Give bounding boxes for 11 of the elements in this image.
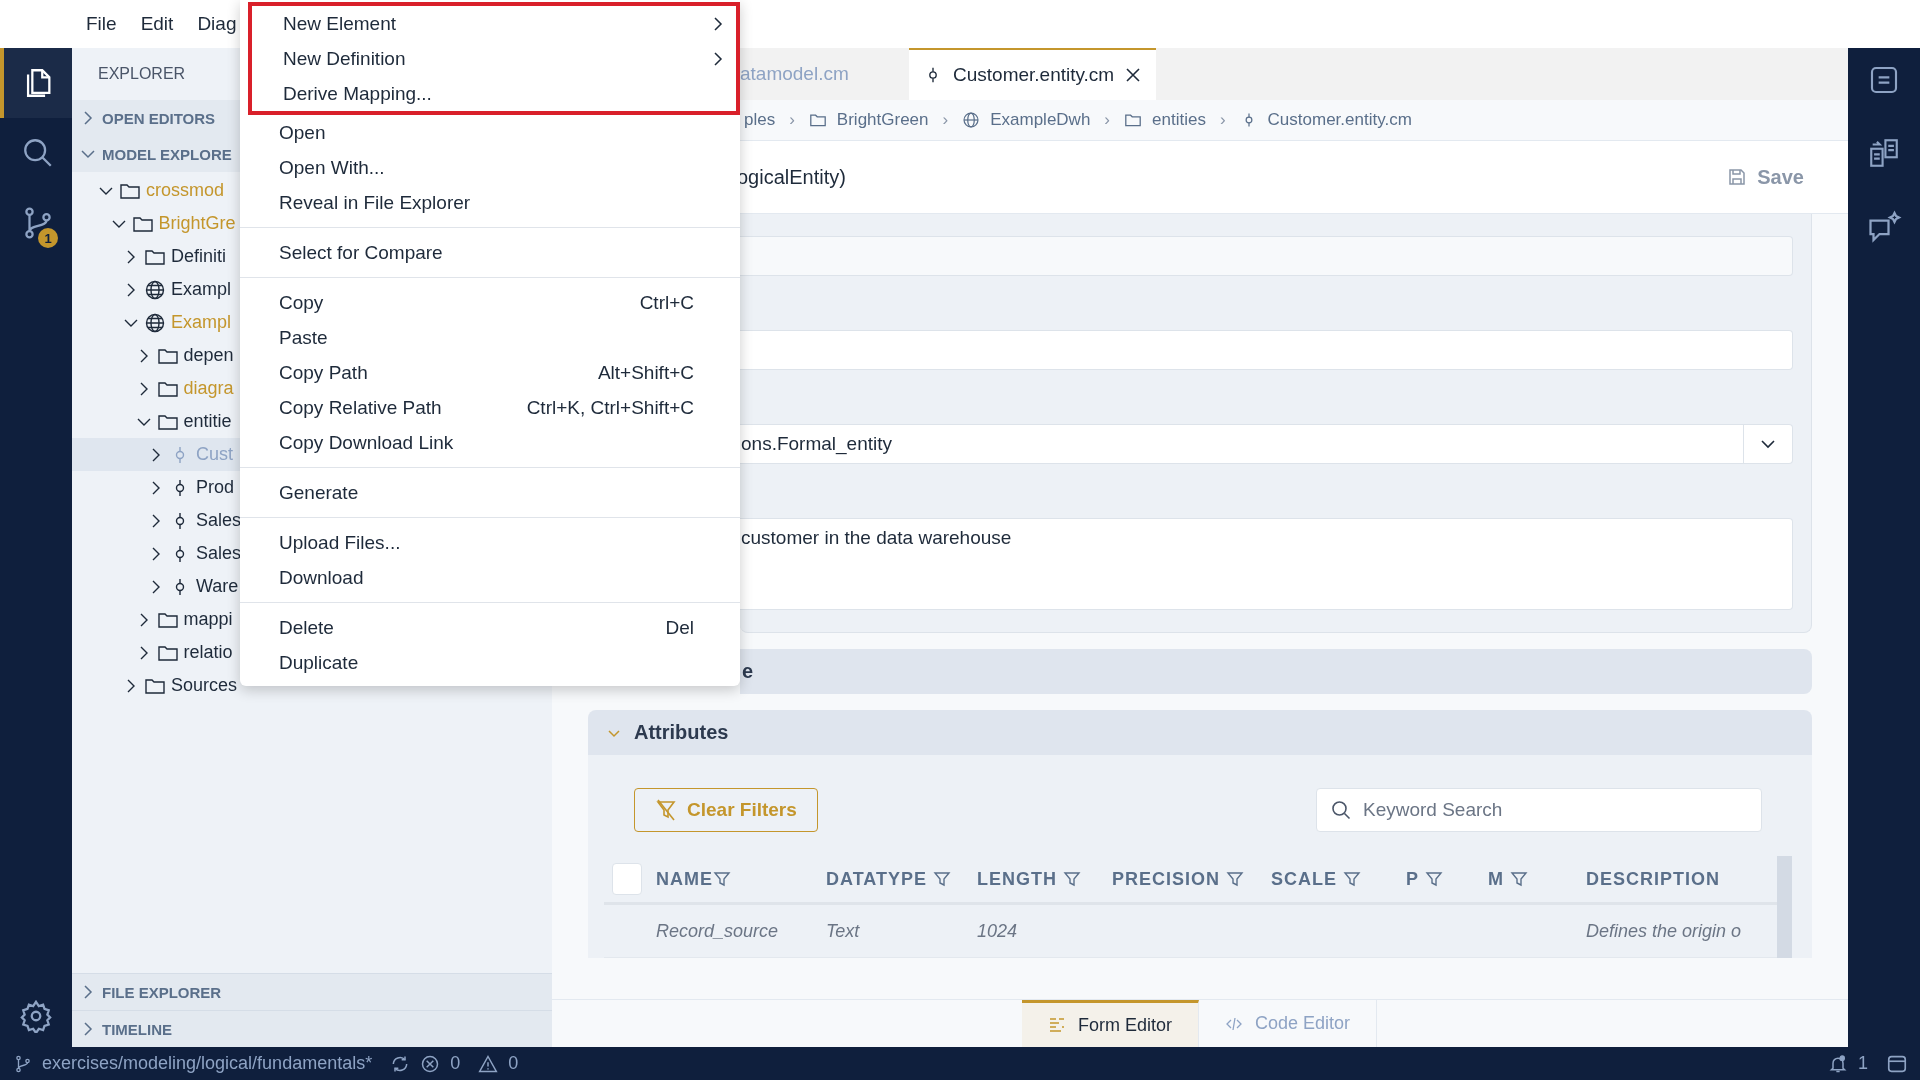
breadcrumb-separator: › [1103,110,1112,130]
sidebar-title: EXPLORER [98,65,186,83]
breadcrumb-separator: › [1218,110,1227,130]
table-cell: Text [826,920,860,941]
editor-title: ogicalEntity) [737,165,846,189]
table-cell: Record_source [656,920,779,941]
table-cell: Defines the origin o [1586,920,1742,941]
notification-badge: 1 [38,228,58,248]
breadcrumb-separator: › [941,110,950,130]
breadcrumb-separator: › [788,110,796,130]
table-cell: 1024 [977,920,1018,941]
